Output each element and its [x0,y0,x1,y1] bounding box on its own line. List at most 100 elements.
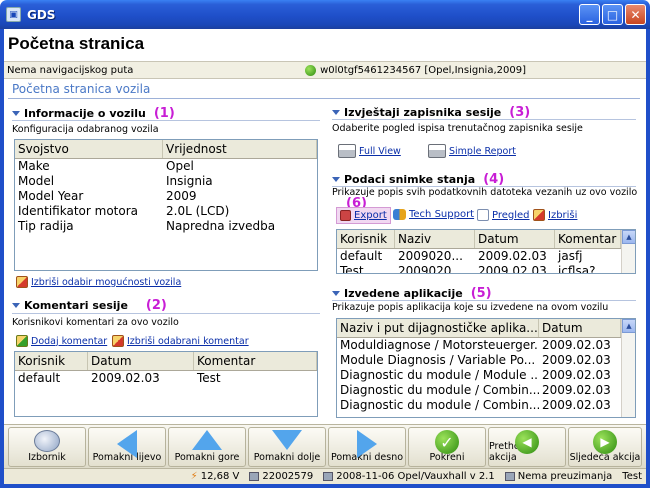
window-title: GDS [27,7,56,22]
column-header[interactable]: Svojstvo [15,140,163,158]
table-row[interactable]: default 2009020... 2009.02.03 jasfj [337,249,635,264]
cell: Model [18,174,55,188]
table-row[interactable]: Tip radija Napredna izvedba [15,219,317,234]
scroll-up-icon[interactable]: ▲ [622,230,635,244]
run-button[interactable]: ✓ Pokreni [408,427,486,467]
table-row[interactable]: Model Insignia [15,174,317,189]
link-label: Dodaj komentar [31,335,108,347]
previous-action-button[interactable]: ◀ Prethodna akcija [488,427,566,467]
table-row[interactable]: Diagnostic du module / Combin... 2009.02.… [337,398,635,413]
table-header: Korisnik Naziv Datum Komentar [337,230,635,249]
column-header[interactable]: Datum [539,319,621,337]
session-reports-header[interactable]: Izvještaji zapisnika sesije (3) [332,105,530,120]
snapshot-data-header[interactable]: Podaci snimke stanja (4) [332,172,504,187]
cell: Model Year [18,189,84,203]
button-label: Pomakni dolje [253,452,321,463]
download-status: Nema preuzimanja [504,471,613,482]
link-label: Full View [359,145,401,157]
download-icon [504,472,515,481]
vehicle-properties-table: Svojstvo Vrijednost Make Opel Model Insign… [14,139,318,271]
tech-support-button[interactable]: Tech Support [390,207,477,222]
simple-report-link[interactable]: Simple Report [428,144,516,158]
move-down-button[interactable]: Pomakni dolje [248,427,326,467]
table-row[interactable]: Module Diagnosis / Variable Po... 2009.02… [337,353,635,368]
page-header: Početna stranica [4,29,646,61]
link-label: Izbriši odabrani komentar [127,335,249,347]
table-row[interactable]: Test 2009020... 2009.02.03 jcflsa? [337,264,635,274]
table-row[interactable]: Make Opel [15,159,317,174]
cell: 2.0L (LCD) [166,204,230,218]
cell: default [340,249,383,263]
device-id-status: 22002579 [249,471,313,482]
applications-header[interactable]: Izvedene aplikacije (5) [332,286,492,301]
link-label: Simple Report [449,145,516,157]
scroll-up-icon[interactable]: ▲ [622,319,635,333]
breadcrumb-divider [8,98,640,99]
section-marker: (2) [145,298,167,313]
column-header[interactable]: Naziv i put dijagnostičke aplika... [337,319,539,337]
section-title: Izvještaji zapisnika sesije [344,106,502,119]
move-up-button[interactable]: Pomakni gore [168,427,246,467]
status-bar: ⚡ 12,68 V 22002579 2008-11-06 Opel/Vauxha… [4,468,646,484]
column-header[interactable]: Komentar [555,230,621,248]
table-row[interactable]: Model Year 2009 [15,189,317,204]
full-view-link[interactable]: Full View [338,144,401,158]
session-comments-header[interactable]: Komentari sesije (2) [12,298,167,313]
column-header[interactable]: Korisnik [337,230,395,248]
column-header[interactable]: Naziv [395,230,475,248]
cell: 2009.02.03 [542,398,611,412]
cell: 2009.02.03 [542,353,611,367]
cell: 2009020... [398,264,463,274]
clear-vehicle-options-link[interactable]: Izbriši odabir mogućnosti vozila [16,276,181,288]
download-text: Nema preuzimanja [517,471,613,482]
delete-comment-link[interactable]: Izbriši odabrani komentar [112,335,249,347]
vertical-scrollbar[interactable]: ▲ [621,319,635,417]
table-row[interactable]: default 2009.02.03 Test [15,371,317,386]
vehicle-id[interactable]: w0l0tgf5461234567 [Opel,Insignia,2009] [305,64,526,76]
next-action-button[interactable]: ▶ Sljedeća akcija [568,427,642,467]
cell: Module Diagnosis / Variable Po... [340,353,536,367]
window-titlebar: ▣ GDS _ □ ✕ [0,0,650,29]
export-button[interactable]: Export [336,207,391,224]
delete-button[interactable]: Izbriši [530,207,580,223]
add-comment-link[interactable]: Dodaj komentar [16,335,107,347]
table-row[interactable]: Moduldiagnose / Motorsteuerger... 2009.02… [337,338,635,353]
section-marker: (3) [509,105,531,120]
connection-status-icon [305,64,317,76]
arrow-right-icon [357,430,377,458]
add-comment-icon [16,335,28,347]
button-label: Tech Support [409,209,475,220]
cell: Test [340,264,364,274]
cell: jcflsa? [558,264,596,274]
app-icon: ▣ [6,7,21,22]
column-header[interactable]: Datum [475,230,555,248]
forward-arrow-icon: ▶ [593,430,617,454]
column-header[interactable]: Datum [88,352,194,370]
vertical-scrollbar[interactable]: ▲ [621,230,635,273]
menu-button[interactable]: Izbornik [8,427,86,467]
minimize-button[interactable]: _ [579,4,600,25]
navigation-bar: Nema navigacijskog puta w0l0tgf546123456… [4,61,646,79]
comments-table: Korisnik Datum Komentar default 2009.02.… [14,351,318,417]
maximize-button[interactable]: □ [602,4,623,25]
table-row[interactable]: Identifikator motora 2.0L (LCD) [15,204,317,219]
section-subtitle: Konfiguracija odabranog vozila [12,124,159,135]
link-label: Izbriši odabir mogućnosti vozila [31,276,182,288]
column-header[interactable]: Korisnik [15,352,88,370]
preview-button[interactable]: Pregled [474,207,533,223]
move-left-button[interactable]: Pomakni lijevo [88,427,166,467]
arrow-left-icon [117,430,137,458]
database-icon [323,472,334,481]
cell: Test [197,371,221,385]
table-row[interactable]: Diagnostic du module / Module ... 2009.02… [337,368,635,383]
close-button[interactable]: ✕ [625,4,646,25]
applications-table: Naziv i put dijagnostičke aplika... Datu… [336,318,636,418]
move-right-button[interactable]: Pomakni desno [328,427,406,467]
column-header[interactable]: Vrijednost [163,140,317,158]
page-title: Početna stranica [8,34,145,53]
column-header[interactable]: Komentar [194,352,317,370]
table-row[interactable]: Diagnostic du module / Combin... 2009.02.… [337,383,635,398]
vehicle-info-header[interactable]: Informacije o vozilu (1) [12,106,175,121]
section-title: Komentari sesije [24,299,128,312]
cell: 2009.02.03 [542,368,611,382]
